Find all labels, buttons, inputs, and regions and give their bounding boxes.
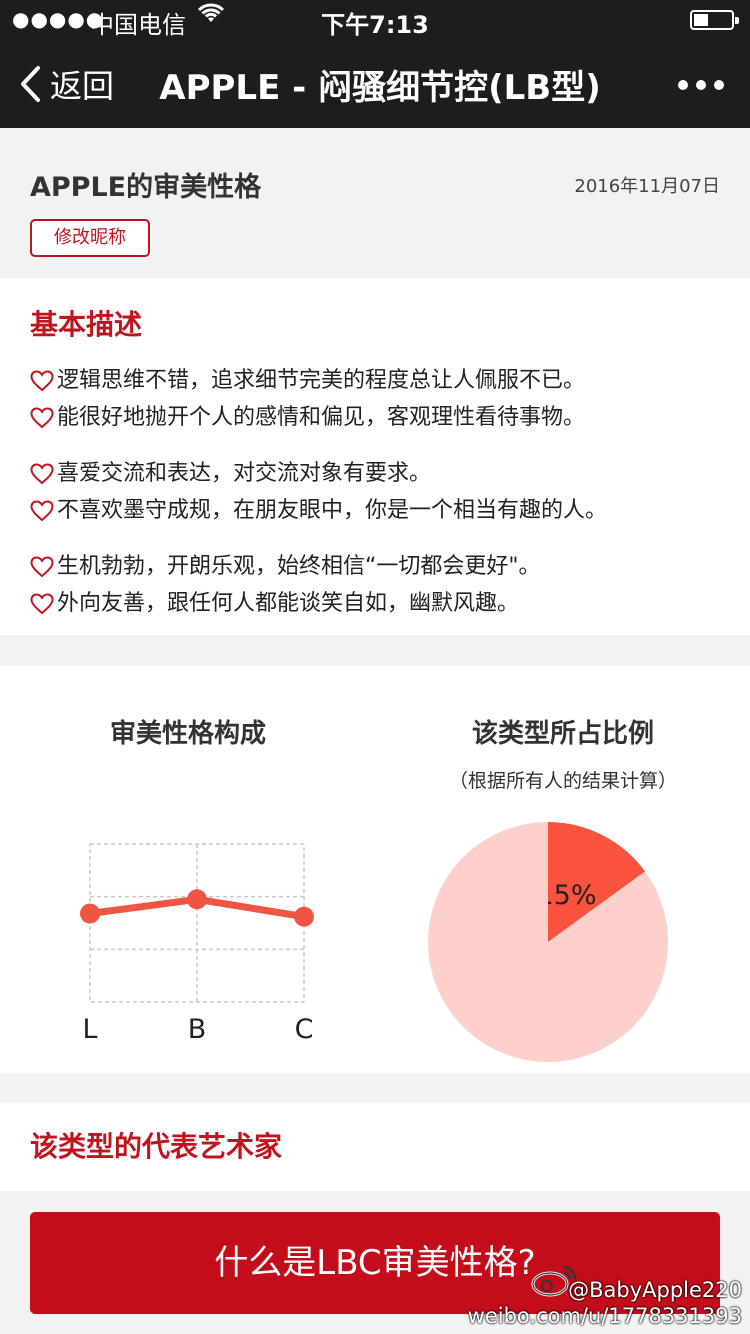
chevron-left-icon [21,66,40,102]
description-line: 不喜欢墨守成规，在朋友眼中，你是一个相当有趣的人。 [30,492,730,529]
ratio-chart-title: 该类型所占比例 [471,719,654,749]
edit-nickname-button[interactable]: 修改昵称 [30,219,150,257]
page-title: APPLE - 闷骚细节控(LB型) [159,68,601,108]
result-title: APPLE的审美性格 [30,172,262,203]
heart-icon [30,406,54,428]
description-list: 逻辑思维不错，追求细节完美的程度总让人佩服不已。 能很好地抛开个人的感情和偏见，客… [30,362,730,622]
description-line: 能很好地抛开个人的感情和偏见，客观理性看待事物。 [30,399,730,436]
result-header: APPLE的审美性格 2016年11月07日 修改昵称 [0,128,750,278]
description-line: 生机勃勃，开朗乐观，始终相信“一切都会更好"。 [30,548,730,585]
description-line: 逻辑思维不错，追求细节完美的程度总让人佩服不已。 [30,362,730,399]
back-button[interactable]: 返回 [18,60,114,108]
description-text: 能很好地抛开个人的感情和偏见，客观理性看待事物。 [57,405,586,430]
charts-card: 审美性格构成 该类型所占比例 （根据所有人的结果计算） L B C 15% [0,666,750,1073]
composition-line-chart: LBC [80,843,314,1045]
clock-time: 下午7:13 [321,11,429,39]
data-point-L [80,903,100,924]
x-tick-label: L [82,1014,97,1045]
section-title-artists[interactable]: 该类型的代表艺术家 [30,1125,282,1165]
heart-icon [30,499,54,521]
representative-artists-card: 该类型的代表艺术家 [0,1103,750,1191]
description-line: 外向友善，跟任何人都能谈笑自如，幽默风趣。 [30,585,730,622]
description-text: 不喜欢墨守成规，在朋友眼中，你是一个相当有趣的人。 [57,498,608,523]
heart-icon [30,369,54,391]
description-text: 生机勃勃，开朗乐观，始终相信“一切都会更好"。 [57,554,541,579]
watermark-handle: @BabyApple220 [568,1278,742,1302]
section-title-description: 基本描述 [30,308,143,341]
top-bar: ●●●●● 中国电信 下午7:13 返回 APPLE - 闷骚细节控(LB型) [0,0,750,128]
watermark-url: weibo.com/u/1778331393 [467,1304,742,1328]
description-text: 外向友善，跟任何人都能谈笑自如，幽默风趣。 [57,591,520,616]
navigation-bar: 返回 APPLE - 闷骚细节控(LB型) [0,40,750,128]
basic-description-card: 基本描述 逻辑思维不错，追求细节完美的程度总让人佩服不已。 能很好地抛开个人的感情… [0,278,750,635]
composition-chart-title: 审美性格构成 [109,719,266,749]
status-bar: ●●●●● 中国电信 下午7:13 [0,0,750,40]
heart-icon [30,555,54,577]
description-text: 喜爱交流和表达，对交流对象有要求。 [57,461,432,486]
battery-icon [690,10,739,30]
type-ratio-pie-chart: 15% [428,822,668,1062]
result-date: 2016年11月07日 [574,176,720,197]
data-point-C [294,906,314,927]
description-text: 逻辑思维不错，追求细节完美的程度总让人佩服不已。 [57,368,586,393]
more-options-icon[interactable] [678,80,724,90]
x-tick-label: C [295,1014,314,1045]
back-label: 返回 [50,67,115,105]
heart-icon [30,462,54,484]
heart-icon [30,592,54,614]
data-point-B [187,889,207,910]
description-line: 喜爱交流和表达，对交流对象有要求。 [30,455,730,492]
x-tick-label: B [188,1014,207,1045]
ratio-chart-subtitle: （根据所有人的结果计算） [448,770,677,792]
